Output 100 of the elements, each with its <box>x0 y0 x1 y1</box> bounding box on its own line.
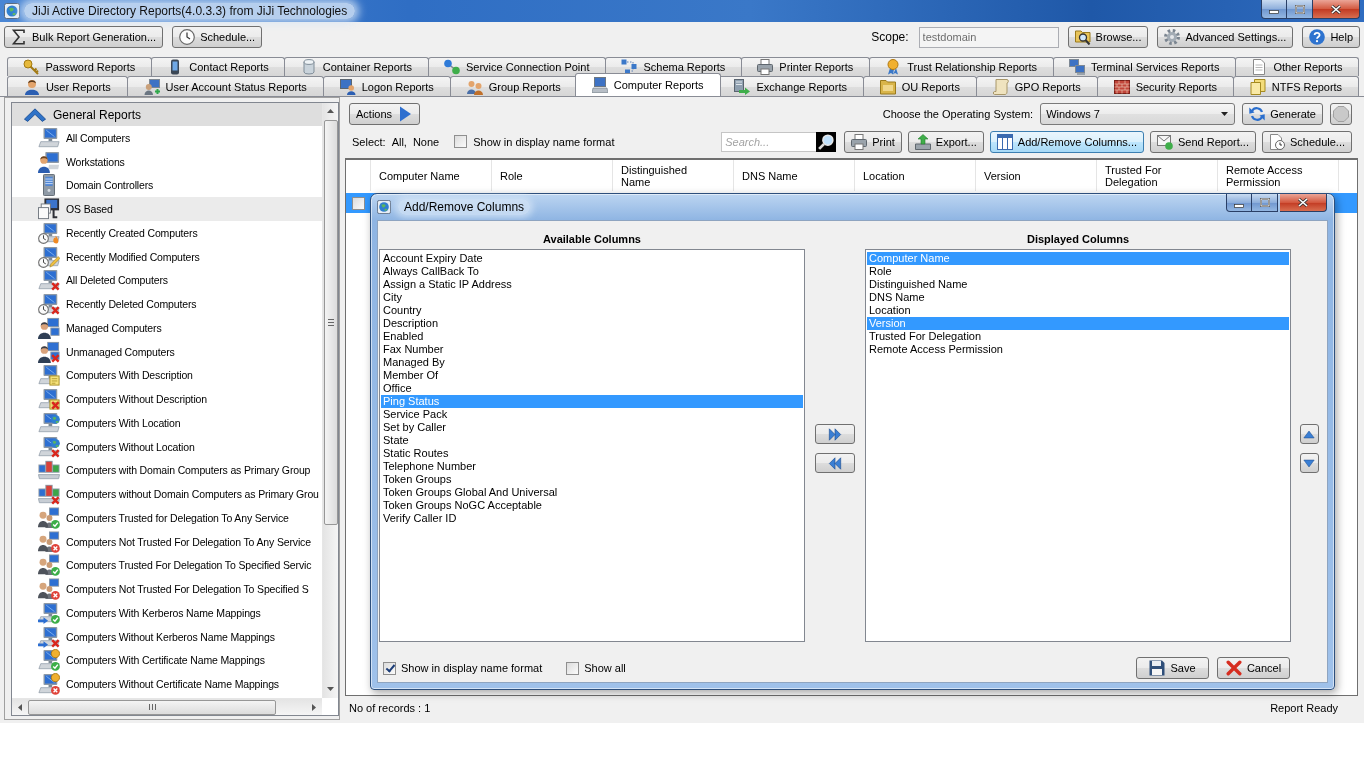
report-item[interactable]: Computers Without Location <box>12 434 322 459</box>
list-item[interactable]: State <box>381 434 803 447</box>
checkbox-label[interactable]: Show in display name format <box>473 135 615 148</box>
horizontal-scrollbar[interactable] <box>12 698 322 715</box>
list-item[interactable]: Static Routes <box>381 447 803 460</box>
column-header[interactable]: Role <box>492 160 613 191</box>
list-item[interactable]: Telephone Number <box>381 460 803 473</box>
minimize-button[interactable] <box>1261 0 1287 19</box>
report-tab[interactable]: NTFS Reports <box>1232 76 1360 96</box>
browse-button[interactable]: Browse... <box>1067 26 1149 48</box>
export-button[interactable]: Export... <box>907 130 984 153</box>
report-item[interactable]: Computers Trusted For Delegation To Specified Servic <box>12 553 322 578</box>
report-item[interactable]: Computers Not Trusted For Delegation To Specified S <box>12 577 322 601</box>
report-item[interactable]: Computers Without Certificate Name Mappings <box>12 672 322 696</box>
report-item[interactable]: Unmanaged Computers <box>12 339 322 364</box>
list-item[interactable]: Token Groups Global And Universal <box>381 486 803 499</box>
schedule-button[interactable]: Schedule... <box>1261 130 1352 153</box>
report-item[interactable]: Computers Trusted for Delegation To Any Service <box>12 506 322 530</box>
list-item[interactable]: Token Groups <box>381 473 803 486</box>
list-item[interactable]: DNS Name <box>867 291 1289 304</box>
checkbox-label[interactable]: Show in display name format <box>401 662 543 674</box>
actions-button[interactable]: Actions <box>349 103 421 125</box>
advanced-settings-button[interactable]: Advanced Settings... <box>1157 26 1294 48</box>
list-item[interactable]: Token Groups NoGC Acceptable <box>381 499 803 512</box>
print-button[interactable]: Print <box>844 130 902 153</box>
list-item[interactable]: Office <box>381 382 803 395</box>
report-item[interactable]: OS Based <box>12 197 322 221</box>
list-item[interactable]: Location <box>867 304 1289 317</box>
report-tab[interactable]: Trust Relationship Reports <box>868 57 1054 76</box>
report-item[interactable]: All Computers <box>12 126 322 150</box>
report-item[interactable]: Managed Computers <box>12 316 322 340</box>
report-tab[interactable]: User Account Status Reports <box>126 76 324 96</box>
list-item[interactable]: Distinguished Name <box>867 278 1289 291</box>
report-item[interactable]: Recently Created Computers <box>12 221 322 245</box>
list-item[interactable]: Service Pack <box>381 408 803 421</box>
vertical-scrollbar[interactable] <box>322 103 338 698</box>
report-tab[interactable]: Contact Reports <box>150 57 286 76</box>
report-item[interactable]: Computers Without Kerberos Name Mappings <box>12 624 322 649</box>
report-tab[interactable]: Logon Reports <box>322 76 451 96</box>
help-button[interactable]: Help <box>1302 26 1360 48</box>
save-button[interactable]: Save <box>1136 657 1209 679</box>
report-item[interactable]: Computers With Location <box>12 411 322 435</box>
remove-column-button[interactable] <box>815 453 855 473</box>
close-button[interactable] <box>1280 194 1327 212</box>
report-item[interactable]: Computers Not Trusted For Delegation To Any Service <box>12 529 322 554</box>
report-tab[interactable]: Password Reports <box>7 57 152 76</box>
list-item[interactable]: Set by Caller <box>381 421 803 434</box>
bulk-report-button[interactable]: Bulk Report Generation... <box>4 26 164 48</box>
report-tab[interactable]: Terminal Services Reports <box>1052 57 1236 76</box>
checkbox-label[interactable]: Show all <box>584 662 626 674</box>
report-tab[interactable]: User Reports <box>7 76 128 96</box>
add-remove-columns-button[interactable]: Add/Remove Columns... <box>989 130 1144 153</box>
list-item[interactable]: Managed By <box>381 356 803 369</box>
checkbox[interactable] <box>383 661 396 675</box>
checkbox[interactable] <box>352 196 365 210</box>
report-item[interactable]: Computers with Domain Computers as Primary Group <box>12 458 322 483</box>
list-item[interactable]: Member Of <box>381 369 803 382</box>
move-down-button[interactable] <box>1299 453 1319 473</box>
report-item[interactable]: Recently Modified Computers <box>12 244 322 269</box>
column-header[interactable]: DNS Name <box>734 160 855 191</box>
column-header[interactable]: Trusted For Delegation <box>1097 160 1218 191</box>
report-item[interactable]: Recently Deleted Computers <box>12 292 322 316</box>
report-item[interactable]: Domain Controllers <box>12 173 322 198</box>
column-header[interactable]: Location <box>855 160 976 191</box>
maximize-button[interactable] <box>1252 194 1278 212</box>
checkbox[interactable] <box>454 135 468 148</box>
column-header[interactable]: Version <box>976 160 1097 191</box>
report-tab[interactable]: Printer Reports <box>740 57 870 76</box>
report-tab[interactable]: Security Reports <box>1096 76 1234 96</box>
move-up-button[interactable] <box>1299 424 1319 444</box>
stop-button[interactable] <box>1330 103 1352 125</box>
report-item[interactable]: Computers Without Description <box>12 387 322 411</box>
report-tab[interactable]: OU Reports <box>862 76 977 96</box>
search-field[interactable]: Search... <box>721 131 817 152</box>
column-header[interactable]: Distinguished Name <box>613 160 734 191</box>
list-item[interactable]: Enabled <box>381 330 803 343</box>
cancel-button[interactable]: Cancel <box>1217 657 1290 679</box>
list-item[interactable]: Trusted For Delegation <box>867 330 1289 343</box>
report-item[interactable]: Computers With Description <box>12 363 322 388</box>
schedule-button[interactable]: Schedule... <box>172 26 263 48</box>
column-header[interactable]: Computer Name <box>371 160 492 191</box>
column-header[interactable]: Remote Access Permission <box>1218 160 1339 191</box>
report-tab[interactable]: Computer Reports <box>574 73 721 96</box>
report-tab[interactable]: Container Reports <box>284 57 429 76</box>
os-dropdown[interactable]: Windows 7 <box>1040 103 1236 125</box>
select-link[interactable]: None <box>412 135 440 148</box>
list-item[interactable]: Fax Number <box>381 343 803 356</box>
report-tab[interactable]: GPO Reports <box>975 76 1098 96</box>
close-button[interactable] <box>1313 0 1360 19</box>
report-tab[interactable]: Other Reports <box>1234 57 1359 76</box>
list-item[interactable]: Description <box>381 317 803 330</box>
send-report-button[interactable]: Send Report... <box>1150 130 1256 153</box>
list-item[interactable]: City <box>381 291 803 304</box>
list-item[interactable]: Account Expiry Date <box>381 252 803 265</box>
minimize-button[interactable] <box>1226 194 1252 212</box>
list-item[interactable]: Role <box>867 265 1289 278</box>
list-item[interactable]: Remote Access Permission <box>867 343 1289 356</box>
group-header[interactable]: General Reports <box>12 103 322 126</box>
add-column-button[interactable] <box>815 424 855 444</box>
report-tab[interactable]: Service Connection Point <box>427 57 606 76</box>
